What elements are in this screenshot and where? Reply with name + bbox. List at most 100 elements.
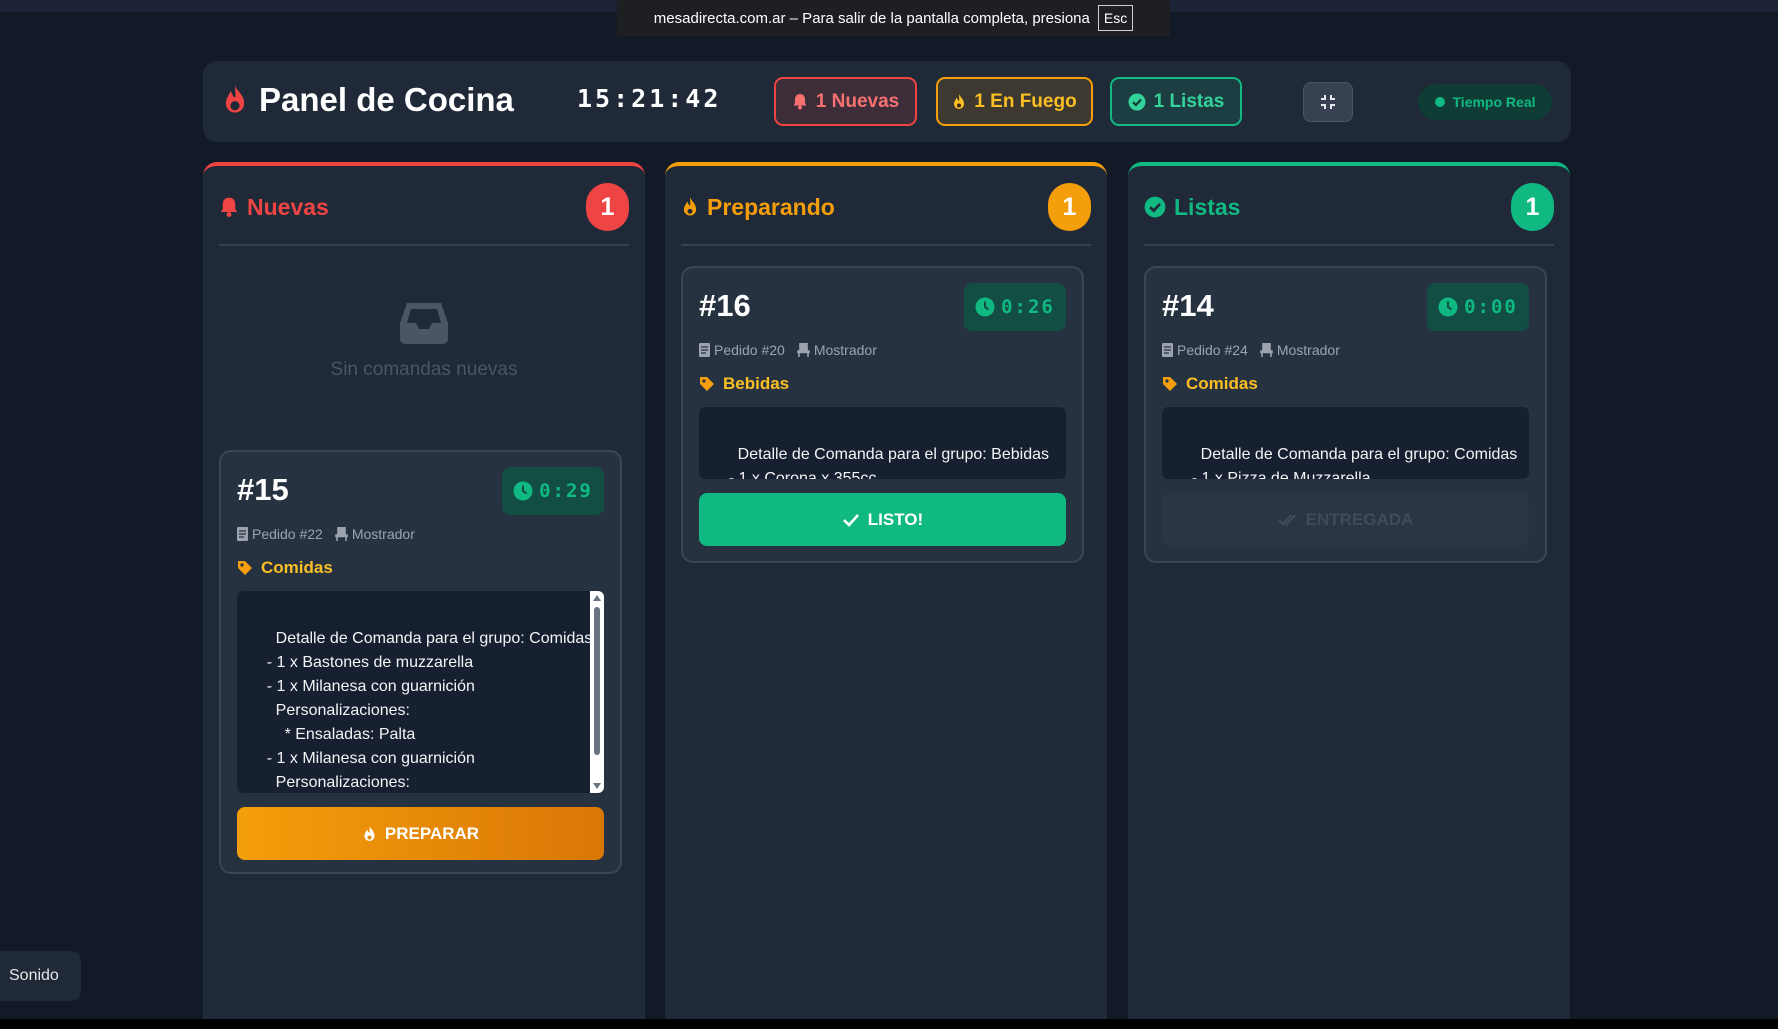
column-title: Preparando — [681, 194, 835, 233]
order-timer: 0:00 — [1427, 283, 1529, 331]
column-listas: Listas 1 #14 0:00 Pedido #24 Mostrador C… — [1128, 162, 1570, 1029]
order-meta: Pedido #24 Mostrador — [1162, 342, 1340, 358]
badge-nuevas[interactable]: 1 Nuevas — [774, 77, 917, 126]
chair-icon — [1260, 343, 1273, 357]
clock-icon — [513, 481, 533, 501]
chair-icon — [797, 343, 810, 357]
badge-nuevas-label: 1 Nuevas — [815, 90, 900, 112]
order-group-label: Comidas — [1186, 374, 1258, 393]
fullscreen-notice-text: mesadirecta.com.ar – Para salir de la pa… — [653, 9, 1090, 27]
column-title-text: Preparando — [707, 193, 835, 220]
kitchen-header: Panel de Cocina 15:21:42 1 Nuevas 1 En F… — [203, 61, 1571, 142]
sound-button[interactable]: Sonido — [0, 951, 81, 1001]
fullscreen-notice: mesadirecta.com.ar – Para salir de la pa… — [617, 0, 1170, 36]
order-detail-text: Detalle de Comanda para el grupo: Comida… — [266, 630, 593, 791]
order-group-label: Bebidas — [723, 374, 790, 393]
realtime-label: Tiempo Real — [1452, 94, 1536, 110]
flame-icon — [954, 93, 965, 109]
live-dot-icon — [1434, 97, 1445, 107]
receipt-icon — [699, 343, 710, 357]
column-title: Nuevas — [219, 194, 329, 233]
order-group-label: Comidas — [261, 558, 333, 577]
bell-icon — [793, 94, 807, 110]
entregada-button-label: ENTREGADA — [1305, 509, 1414, 529]
badge-en-fuego-label: 1 En Fuego — [974, 90, 1077, 112]
order-detail-text: Detalle de Comanda para el grupo: Comida… — [1191, 446, 1518, 479]
column-header: Preparando 1 — [681, 182, 1091, 246]
order-timer-value: 0:29 — [539, 480, 593, 502]
order-detail-text: Detalle de Comanda para el grupo: Bebida… — [728, 446, 1049, 479]
column-count-badge: 1 — [1048, 183, 1091, 231]
receipt-icon — [237, 527, 248, 541]
check-icon — [842, 513, 859, 527]
order-location: Mostrador — [813, 342, 877, 358]
order-pedido: Pedido #24 — [1177, 342, 1248, 358]
tag-icon — [1163, 377, 1177, 391]
order-meta: Pedido #20 Mostrador — [699, 342, 877, 358]
order-detail[interactable]: Detalle de Comanda para el grupo: Comida… — [237, 591, 604, 793]
column-title-text: Nuevas — [247, 193, 329, 220]
order-detail: Detalle de Comanda para el grupo: Bebida… — [699, 407, 1066, 479]
check-circle-icon — [1128, 93, 1146, 110]
order-location: Mostrador — [351, 526, 415, 542]
column-count-badge: 1 — [1511, 183, 1554, 231]
order-pedido: Pedido #20 — [714, 342, 785, 358]
realtime-indicator: Tiempo Real — [1418, 84, 1552, 120]
exit-fullscreen-button[interactable] — [1303, 82, 1353, 122]
check-circle-icon — [1144, 196, 1166, 218]
page-title-text: Panel de Cocina — [259, 81, 514, 118]
page-title: Panel de Cocina — [221, 81, 514, 119]
flame-icon — [364, 825, 375, 841]
column-title: Listas — [1144, 194, 1240, 233]
order-group: Comidas — [237, 558, 333, 578]
listo-button[interactable]: LISTO! — [699, 493, 1066, 546]
tag-icon — [238, 561, 252, 575]
entregada-button[interactable]: ENTREGADA — [1162, 493, 1529, 546]
order-pedido: Pedido #22 — [252, 526, 323, 542]
order-card[interactable]: #14 0:00 Pedido #24 Mostrador Comidas De… — [1144, 266, 1547, 563]
scroll-down-arrow[interactable] — [593, 783, 601, 789]
order-group: Bebidas — [699, 374, 789, 394]
order-timer-value: 0:00 — [1464, 296, 1518, 318]
clock-icon — [975, 297, 995, 317]
bottom-strip — [0, 1019, 1778, 1029]
column-header: Listas 1 — [1144, 182, 1554, 246]
double-check-icon — [1277, 513, 1296, 527]
order-meta: Pedido #22 Mostrador — [237, 526, 415, 542]
column-title-text: Listas — [1174, 193, 1241, 220]
fire-icon — [225, 85, 245, 113]
order-timer: 0:29 — [502, 467, 604, 515]
order-number: #14 — [1162, 288, 1214, 323]
order-location: Mostrador — [1276, 342, 1340, 358]
order-timer-value: 0:26 — [1001, 296, 1055, 318]
preparar-button[interactable]: PREPARAR — [237, 807, 604, 860]
badge-listas[interactable]: 1 Listas — [1110, 77, 1242, 126]
order-detail: Detalle de Comanda para el grupo: Comida… — [1162, 407, 1529, 479]
receipt-icon — [1162, 343, 1173, 357]
column-nuevas: Nuevas 1 Sin comandas nuevas #15 0:29 Pe… — [203, 162, 645, 1029]
bell-icon — [220, 197, 238, 217]
clock-icon — [1438, 297, 1458, 317]
empty-state: Sin comandas nuevas — [219, 301, 629, 381]
scroll-thumb[interactable] — [594, 607, 600, 755]
listo-button-label: LISTO! — [867, 509, 924, 529]
order-number: #16 — [699, 288, 751, 323]
order-timer: 0:26 — [964, 283, 1066, 331]
chair-icon — [335, 527, 348, 541]
column-count-badge: 1 — [586, 183, 629, 231]
order-card[interactable]: #15 0:29 Pedido #22 Mostrador Comidas De… — [219, 450, 622, 874]
column-header: Nuevas 1 — [219, 182, 629, 246]
order-number: #15 — [237, 472, 289, 507]
inbox-icon — [400, 303, 448, 344]
preparar-button-label: PREPARAR — [384, 823, 480, 843]
badge-listas-label: 1 Listas — [1153, 90, 1225, 112]
order-card[interactable]: #16 0:26 Pedido #20 Mostrador Bebidas De… — [681, 266, 1084, 563]
flame-icon — [683, 197, 697, 216]
esc-key: Esc — [1097, 5, 1134, 31]
order-group: Comidas — [1162, 374, 1258, 394]
badge-en-fuego[interactable]: 1 En Fuego — [936, 77, 1093, 126]
tag-icon — [700, 377, 714, 391]
detail-scrollbar[interactable] — [590, 591, 604, 793]
scroll-up-arrow[interactable] — [593, 595, 601, 601]
empty-state-text: Sin comandas nuevas — [330, 359, 518, 380]
